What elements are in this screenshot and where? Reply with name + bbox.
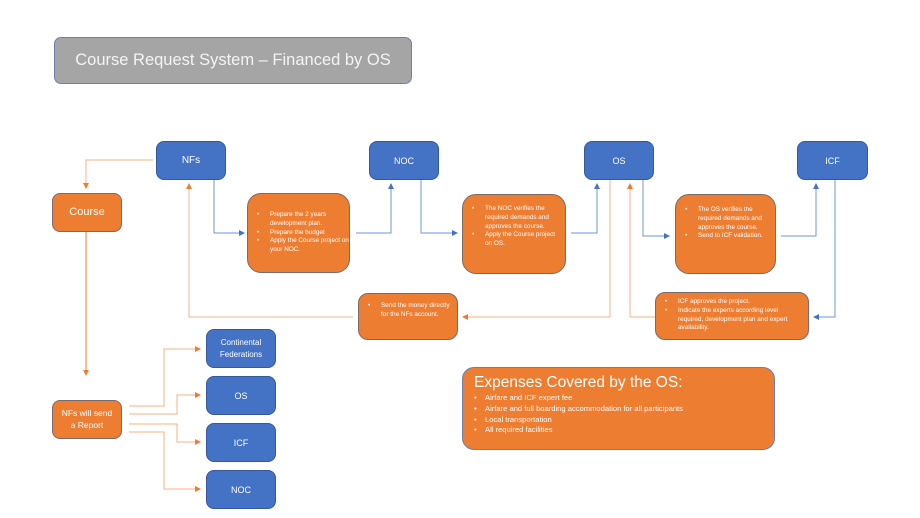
step-noc-verify[interactable]: The NOC verifies the required demands an… <box>462 194 566 274</box>
node-course-label: Course <box>69 206 105 219</box>
node-noc-label: NOC <box>394 155 414 166</box>
node-nfs-label: NFs <box>181 155 201 166</box>
connector-approve-to-os <box>627 183 655 318</box>
connector-report-to-os <box>129 392 201 415</box>
step-os-verify-item: Send to ICF validation. <box>676 232 769 241</box>
report-target-os[interactable]: OS <box>206 376 276 415</box>
node-noc[interactable]: NOC <box>369 141 439 180</box>
connector-prepare-to-noc <box>356 183 394 234</box>
node-course[interactable]: Course <box>52 193 122 232</box>
report-target-label: OS <box>234 390 248 401</box>
report-target-continental-federations[interactable]: Continental Federations <box>206 329 276 368</box>
step-icf-approve[interactable]: ICF approves the project. Indicate the e… <box>655 292 809 340</box>
step-nf-prepare[interactable]: Prepare the 2 years development plan. Pr… <box>247 193 350 273</box>
connector-report-to-icf <box>129 423 201 445</box>
step-icf-approve-item: ICF approves the project. <box>656 298 802 307</box>
step-nf-prepare-item: Prepare the 2 years development plan. <box>248 211 349 229</box>
connector-nfs-to-prepare <box>213 180 245 236</box>
connector-os-to-osverify <box>642 180 670 239</box>
expenses-box: Expenses Covered by the OS: Airfare and … <box>462 367 775 450</box>
step-nf-prepare-item: Prepare the budget <box>248 229 349 238</box>
node-nfs[interactable]: NFs <box>156 141 226 180</box>
step-send-money-item: Send the money directly for the NFs acco… <box>359 302 451 320</box>
node-report-label: NFs will send a Report <box>61 407 113 430</box>
node-icf[interactable]: ICF <box>797 141 868 180</box>
step-noc-verify-item: Apply the Course project on OS. <box>463 231 559 249</box>
expenses-heading: Expenses Covered by the OS: <box>474 374 683 391</box>
step-noc-verify-item: The NOC verifies the required demands an… <box>463 205 559 231</box>
step-os-verify[interactable]: The OS verifies the required demands and… <box>675 194 776 274</box>
expense-item: Airfare and ICF expert fee <box>474 393 766 404</box>
connector-icf-to-approve <box>813 180 836 320</box>
node-os-label: OS <box>612 155 626 166</box>
report-target-label: NOC <box>231 484 251 495</box>
report-target-label: ICF <box>233 437 249 448</box>
expense-item: Local transportation <box>474 415 766 426</box>
step-icf-approve-item: Indicate the experts according level req… <box>656 307 802 333</box>
step-os-verify-item: The OS verifies the required demands and… <box>676 206 769 232</box>
node-report[interactable]: NFs will send a Report <box>52 400 122 439</box>
step-send-money[interactable]: Send the money directly for the NFs acco… <box>358 293 458 340</box>
node-os[interactable]: OS <box>584 141 654 180</box>
connector-report-to-cf <box>129 346 201 407</box>
expense-item: Airfare and full boarding accommodation … <box>474 404 766 415</box>
connector-noc-to-verify <box>420 180 458 236</box>
connector-nfs-to-course <box>83 159 153 189</box>
diagram-title: Course Request System – Financed by OS <box>54 37 412 84</box>
report-target-icf[interactable]: ICF <box>206 423 276 462</box>
step-nf-prepare-item: Apply the Course project on your NOC. <box>248 237 349 255</box>
connector-report-to-noc <box>129 431 201 492</box>
connector-verify-to-os <box>571 183 600 234</box>
report-target-noc[interactable]: NOC <box>206 470 276 509</box>
report-target-label: Continental Federations <box>219 338 263 359</box>
expense-item: All required facilities <box>474 425 766 436</box>
node-icf-label: ICF <box>825 155 840 166</box>
connector-osverify-to-icf <box>781 183 819 237</box>
